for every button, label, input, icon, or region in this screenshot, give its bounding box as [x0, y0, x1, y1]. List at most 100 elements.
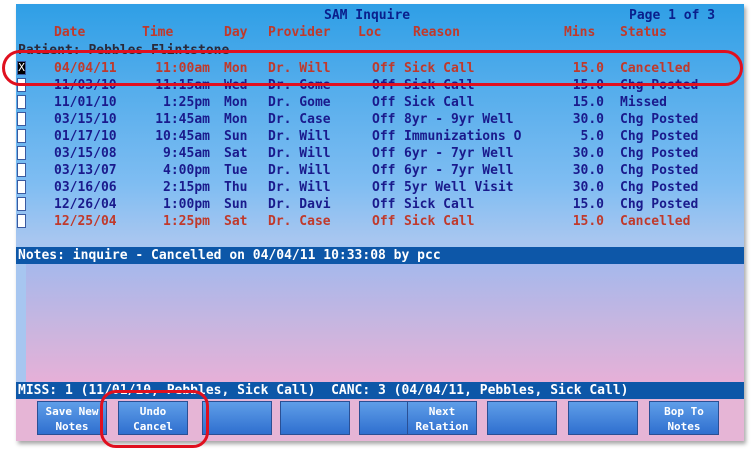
appointment-row[interactable]: 12/26/04 1:00pm Sun Dr. Davi Off Sick Call 15.… [16, 196, 744, 213]
cell-provider: Dr. Case [268, 112, 331, 127]
cell-loc: Off [372, 197, 396, 212]
cell-reason: 8yr - 9yr Well [404, 112, 514, 127]
cell-reason: Immunizations O [404, 129, 522, 144]
cell-mins: 30.0 [572, 112, 604, 127]
row-select-checkbox[interactable] [17, 129, 26, 143]
cell-status: Cancelled [620, 214, 691, 229]
cell-mins: 15.0 [572, 214, 604, 229]
function-key-3-button[interactable] [202, 401, 272, 435]
cell-time: 1:25pm [163, 95, 210, 110]
cell-date: 03/15/08 [54, 146, 117, 161]
button-label-line1: Save New [45, 405, 99, 418]
cell-reason: Sick Call [404, 197, 475, 212]
cell-date: 01/17/10 [54, 129, 117, 144]
cell-mins: 30.0 [572, 146, 604, 161]
row-select-checkbox[interactable] [17, 180, 26, 194]
cell-date: 12/25/04 [54, 214, 117, 229]
function-key-7-button[interactable] [487, 401, 557, 435]
cell-status: Chg Posted [620, 112, 699, 127]
cell-status: Chg Posted [620, 146, 699, 161]
cell-mins: 30.0 [572, 163, 604, 178]
row-select-checkbox[interactable] [17, 95, 26, 109]
cell-provider: Dr. Case [268, 214, 331, 229]
appointment-row[interactable]: 01/17/10 10:45am Sun Dr. Will Off Immunizatio… [16, 128, 744, 145]
row-select-checkbox[interactable] [17, 163, 26, 177]
function-key-8-button[interactable] [568, 401, 638, 435]
cell-status: Missed [620, 95, 667, 110]
cell-date: 12/26/04 [54, 197, 117, 212]
column-header-reason: Reason [413, 25, 460, 40]
button-label-line1: Next [428, 405, 456, 418]
page-indicator: Page 1 of 3 [629, 8, 716, 23]
cell-date: 03/15/10 [54, 112, 117, 127]
cell-loc: Off [372, 129, 396, 144]
cell-loc: Off [372, 180, 396, 195]
cell-provider: Dr. Will [268, 129, 331, 144]
cell-reason: 6yr - 7yr Well [404, 163, 514, 178]
button-label-line2: Relation [415, 420, 469, 433]
cell-time: 2:15pm [163, 180, 210, 195]
column-header-loc: Loc [358, 25, 382, 40]
cell-provider: Dr. Davi [268, 197, 331, 212]
cell-reason: 6yr - 7yr Well [404, 146, 514, 161]
cell-day: Mon [224, 95, 248, 110]
cell-status: Chg Posted [620, 163, 699, 178]
cell-mins: 15.0 [572, 95, 604, 110]
cell-reason: Sick Call [404, 95, 475, 110]
highlight-circle-undo-cancel [100, 390, 209, 448]
cell-day: Tue [224, 163, 248, 178]
cell-provider: Dr. Will [268, 146, 331, 161]
column-header-mins: Mins [564, 25, 596, 40]
notes-textarea[interactable] [26, 264, 744, 382]
button-label-line2: Notes [55, 420, 89, 433]
screen-title: SAM Inquire [324, 8, 411, 23]
cell-date: 03/13/07 [54, 163, 117, 178]
cell-reason: 5yr Well Visit [404, 180, 514, 195]
row-select-checkbox[interactable] [17, 112, 26, 126]
column-header-status: Status [620, 25, 667, 40]
appointment-row[interactable]: 11/01/10 1:25pm Mon Dr. Gome Off Sick Call 15.… [16, 94, 744, 111]
cell-time: 11:45am [155, 112, 210, 127]
highlight-circle-cancelled-row [2, 50, 743, 86]
cell-loc: Off [372, 112, 396, 127]
cell-mins: 30.0 [572, 180, 604, 195]
row-select-checkbox[interactable] [17, 197, 26, 211]
column-header-provider: Provider [268, 25, 331, 40]
bop-to-notes-button[interactable]: Bop To Notes [649, 401, 719, 435]
cell-provider: Dr. Gome [268, 95, 331, 110]
appointment-row[interactable]: 03/16/06 2:15pm Thu Dr. Will Off 5yr Well Vis… [16, 179, 744, 196]
cell-status: Chg Posted [620, 197, 699, 212]
cell-day: Mon [224, 112, 248, 127]
cell-mins: 5.0 [580, 129, 604, 144]
cell-time: 4:00pm [163, 163, 210, 178]
cell-status: Chg Posted [620, 129, 699, 144]
column-header-time: Time [142, 25, 174, 40]
button-label-line1: Bop To [664, 405, 704, 418]
notes-header-bar: Notes: inquire - Cancelled on 04/04/11 1… [16, 247, 744, 264]
cell-time: 1:00pm [163, 197, 210, 212]
cell-mins: 15.0 [572, 197, 604, 212]
cell-time: 10:45am [155, 129, 210, 144]
cell-reason: Sick Call [404, 214, 475, 229]
next-relation-button[interactable]: Next Relation [407, 401, 477, 435]
cell-time: 1:25pm [163, 214, 210, 229]
row-select-checkbox[interactable] [17, 146, 26, 160]
cell-date: 11/01/10 [54, 95, 117, 110]
notes-header: Notes: inquire - Cancelled on 04/04/11 1… [18, 248, 441, 263]
function-key-4-button[interactable] [280, 401, 350, 435]
row-select-checkbox[interactable] [17, 214, 26, 228]
column-header-day: Day [224, 25, 248, 40]
cell-loc: Off [372, 163, 396, 178]
save-new-notes-button[interactable]: Save New Notes [37, 401, 107, 435]
cell-status: Chg Posted [620, 180, 699, 195]
cell-time: 9:45am [163, 146, 210, 161]
cell-date: 03/16/06 [54, 180, 117, 195]
appointment-row[interactable]: 03/15/10 11:45am Mon Dr. Case Off 8yr - 9yr W… [16, 111, 744, 128]
appointment-row[interactable]: 12/25/04 1:25pm Sat Dr. Case Off Sick Call 15.… [16, 213, 744, 230]
cell-provider: Dr. Will [268, 180, 331, 195]
cell-day: Thu [224, 180, 248, 195]
appointment-row[interactable]: 03/15/08 9:45am Sat Dr. Will Off 6yr - 7yr We… [16, 145, 744, 162]
cell-day: Sat [224, 146, 248, 161]
cell-day: Sun [224, 197, 248, 212]
appointment-row[interactable]: 03/13/07 4:00pm Tue Dr. Will Off 6yr - 7yr We… [16, 162, 744, 179]
